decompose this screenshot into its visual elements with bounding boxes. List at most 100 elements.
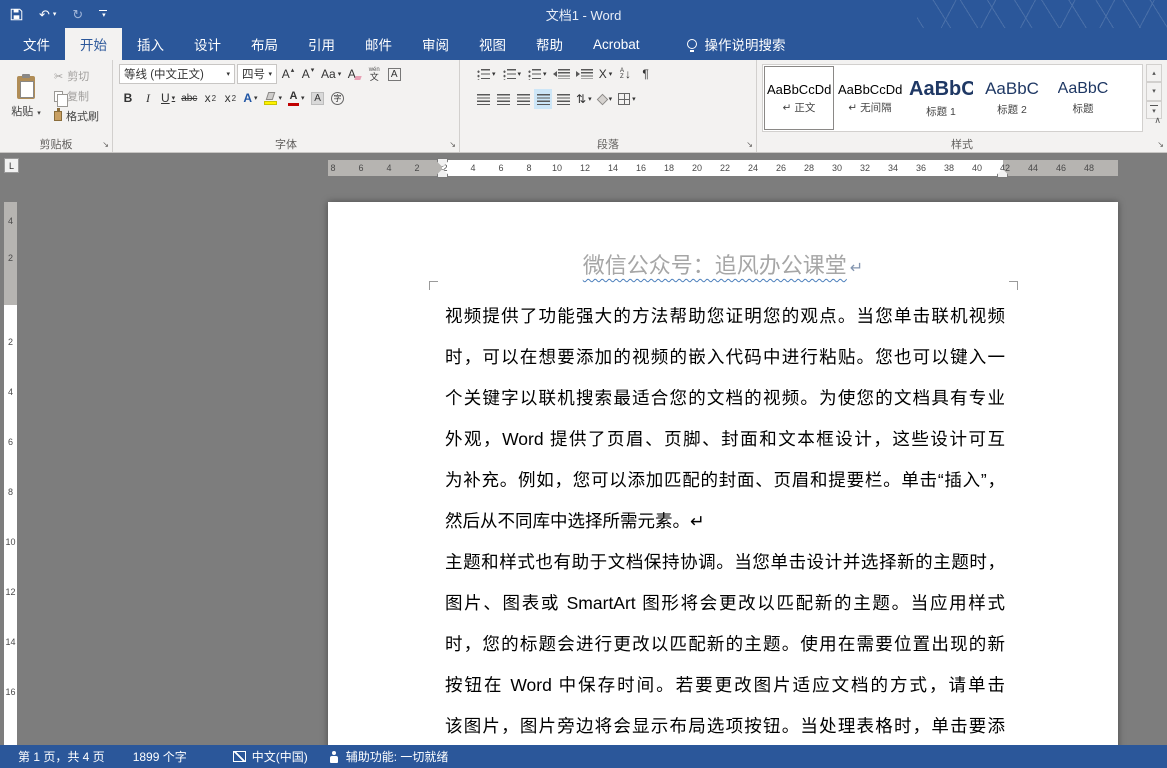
clipboard-dialog-launcher[interactable]: ↘ (102, 141, 109, 149)
text-line[interactable]: 该图片，图片旁边将会显示布局选项按钮。当处理表格时，单击要添 (445, 706, 1005, 747)
ruler-number: 24 (739, 163, 767, 173)
style-card[interactable]: AaBbC 标题 (1048, 66, 1118, 130)
styles-dialog-launcher[interactable]: ↘ (1157, 141, 1164, 149)
style-card[interactable]: AaBbC 标题 2 (977, 66, 1047, 130)
justify-button[interactable] (534, 89, 552, 109)
chevron-up-icon: ▴ (1152, 69, 1156, 77)
shrink-font-button[interactable]: A▾ (299, 64, 317, 84)
ribbon-tab[interactable]: Acrobat (578, 28, 655, 60)
styles-scroll-up-button[interactable]: ▴ (1146, 64, 1162, 82)
window-title: 文档1 - Word (0, 0, 1167, 28)
text-line[interactable]: 按钮在 Word 中保存时间。若要更改图片适应文档的方式，请单击 (445, 665, 1005, 706)
document-title-line[interactable]: 微信公众号：追风办公课堂↵ (328, 248, 1118, 280)
character-shading-icon: A (311, 92, 324, 105)
text-line[interactable]: 然后从不同库中选择所需元素。↵ (445, 501, 1005, 542)
clear-formatting-button[interactable]: A (345, 64, 363, 84)
vertical-ruler[interactable]: 42 246810121416 (4, 202, 17, 745)
strikethrough-button[interactable]: abc (179, 88, 199, 108)
text-line[interactable]: 主题和样式也有助于文档保持协调。当您单击设计并选择新的主题时， (445, 542, 1005, 583)
align-right-button[interactable] (514, 89, 532, 109)
styles-scroll-down-button[interactable]: ▾ (1146, 82, 1162, 100)
tab-selector[interactable]: L (4, 158, 19, 173)
ribbon-tab[interactable]: 开始 (65, 28, 122, 60)
proofing-status[interactable]: 中文(中国) (223, 748, 318, 765)
text-line[interactable]: 时，可以在想要添加的视频的嵌入代码中进行粘贴。您也可以键入一 (445, 337, 1005, 378)
font-group-label: 字体 (113, 135, 459, 152)
subscript-button[interactable]: x2 (201, 88, 219, 108)
ribbon-tab[interactable]: 引用 (293, 28, 350, 60)
ruler-number: 4 (375, 163, 403, 173)
ribbon-tab[interactable]: 文件 (8, 28, 65, 60)
paragraph-dialog-launcher[interactable]: ↘ (746, 141, 753, 149)
text-line[interactable]: 视频提供了功能强大的方法帮助您证明您的观点。当您单击联机视频 (445, 296, 1005, 337)
increase-indent-button[interactable] (574, 64, 595, 84)
italic-button[interactable]: I (139, 88, 157, 108)
enclose-characters-button[interactable]: 字 (329, 88, 347, 108)
style-card[interactable]: AaBbCcDd ↵ 无间隔 (835, 66, 905, 130)
document-body[interactable]: 视频提供了功能强大的方法帮助您证明您的观点。当您单击联机视频时，可以在想要添加的… (445, 296, 1005, 747)
font-name-combo[interactable]: 等线 (中文正文) ▾ (119, 64, 235, 84)
format-painter-button[interactable]: 格式刷 (54, 108, 99, 124)
numbering-button[interactable]: ▾ (500, 64, 524, 84)
bold-button[interactable]: B (119, 88, 137, 108)
page-number-status[interactable]: 第 1 页，共 4 页 (8, 748, 115, 765)
ribbon-tab-label: 帮助 (536, 34, 563, 54)
align-center-button[interactable] (494, 89, 512, 109)
change-case-button[interactable]: Aa▾ (319, 64, 343, 84)
borders-button[interactable]: ▾ (616, 89, 638, 109)
paragraph-group: ▾ ▾ ▾ X▾ AZ ↓ ¶ (460, 60, 757, 152)
underline-button[interactable]: U▾ (159, 88, 177, 108)
grow-font-button[interactable]: A▴ (279, 64, 297, 84)
ribbon-tab[interactable]: 审阅 (407, 28, 464, 60)
ribbon-tab[interactable]: 视图 (464, 28, 521, 60)
multilevel-list-button[interactable]: ▾ (525, 64, 549, 84)
character-shading-button[interactable]: A (309, 88, 327, 108)
sort-button[interactable]: AZ ↓ (617, 64, 635, 84)
text-line[interactable]: 外观，Word 提供了页眉、页脚、封面和文本框设计，这些设计可互 (445, 419, 1005, 460)
font-dialog-launcher[interactable]: ↘ (449, 141, 456, 149)
cut-button[interactable]: ✂ 剪切 (54, 68, 99, 84)
asian-layout-button[interactable]: X▾ (597, 64, 615, 84)
style-name: 标题 2 (997, 102, 1027, 117)
text-line[interactable]: 个关键字以联机搜索最适合您的文档的视频。为使您的文档具有专业 (445, 378, 1005, 419)
ruler-number: 6 (4, 417, 17, 467)
ribbon-tab[interactable]: 邮件 (350, 28, 407, 60)
underline-icon: U (161, 91, 170, 105)
tell-me-search[interactable]: 操作说明搜索 (687, 28, 786, 60)
style-card[interactable]: AaBbCcDd ↵ 正文 (764, 66, 834, 130)
style-preview: AaBbCcDd (838, 82, 902, 97)
text-line[interactable]: 图片、图表或 SmartArt 图形将会更改以匹配新的主题。当应用样式 (445, 583, 1005, 624)
ribbon-tab[interactable]: 插入 (122, 28, 179, 60)
font-size-combo[interactable]: 四号 ▾ (237, 64, 277, 84)
distribute-button[interactable] (554, 89, 572, 109)
ribbon-tab[interactable]: 帮助 (521, 28, 578, 60)
copy-button[interactable]: 复制 (54, 88, 99, 104)
highlight-button[interactable]: ▾ (262, 88, 285, 108)
show-formatting-marks-button[interactable]: ¶ (637, 64, 655, 84)
collapse-ribbon-button[interactable]: ∧ (1154, 115, 1161, 126)
shading-button[interactable]: ▾ (596, 89, 615, 109)
character-border-button[interactable]: A (385, 64, 403, 84)
accessibility-status[interactable]: 辅助功能: 一切就绪 (318, 748, 459, 765)
eraser-icon (354, 76, 361, 80)
strikethrough-icon: abc (181, 93, 197, 104)
document-page[interactable]: 微信公众号：追风办公课堂↵ 视频提供了功能强大的方法帮助您证明您的观点。当您单击… (328, 202, 1118, 768)
paragraph-2: 主题和样式也有助于文档保持协调。当您单击设计并选择新的主题时，图片、图表或 Sm… (445, 542, 1005, 747)
text-line[interactable]: 为补充。例如，您可以添加匹配的封面、页眉和提要栏。单击“插入”， (445, 460, 1005, 501)
line-spacing-button[interactable]: ⇅▾ (574, 89, 594, 109)
ribbon-tab[interactable]: 布局 (236, 28, 293, 60)
style-card[interactable]: AaBbC 标题 1 (906, 66, 976, 130)
superscript-button[interactable]: x2 (221, 88, 239, 108)
ribbon-tab[interactable]: 设计 (179, 28, 236, 60)
word-count-status[interactable]: 1899 个字 (123, 748, 197, 765)
text-line[interactable]: 时，您的标题会进行更改以匹配新的主题。使用在需要位置出现的新 (445, 624, 1005, 665)
phonetic-guide-button[interactable]: wén文 (365, 64, 383, 84)
chevron-down-icon: ▾ (492, 70, 496, 78)
text-effects-button[interactable]: A▾ (241, 88, 259, 108)
font-color-button[interactable]: A ▾ (286, 88, 307, 108)
align-left-button[interactable] (474, 89, 492, 109)
decrease-indent-button[interactable] (551, 64, 572, 84)
paste-button[interactable]: 粘贴 ▾ (4, 63, 48, 132)
bullets-button[interactable]: ▾ (474, 64, 498, 84)
accessibility-label: 辅助功能: 一切就绪 (346, 748, 449, 765)
